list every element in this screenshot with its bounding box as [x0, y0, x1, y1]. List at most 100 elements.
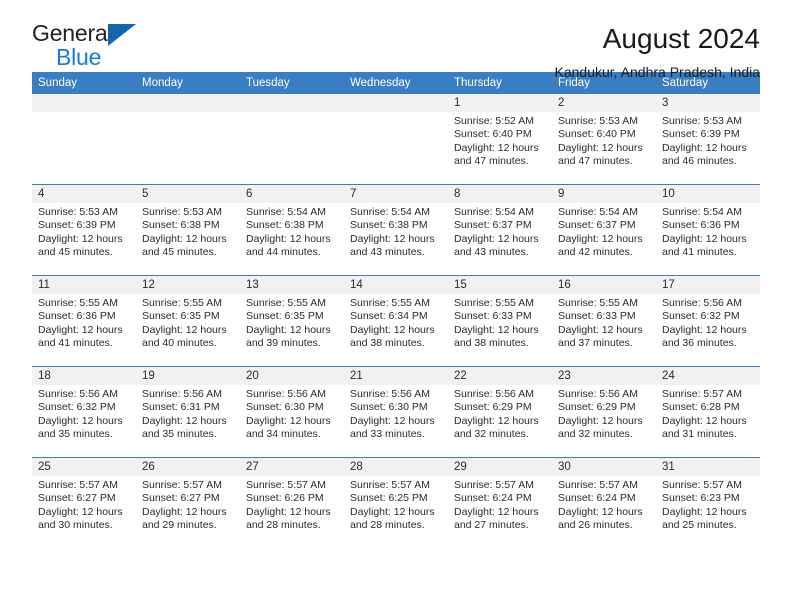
sunrise-text: Sunrise: 5:55 AM	[454, 297, 534, 309]
sunset-text: Sunset: 6:23 PM	[662, 492, 740, 505]
calendar-day-cell[interactable]: 29 Sunrise: 5:57 AM Sunset: 6:24 PM Dayligh…	[448, 457, 552, 548]
day-details: Sunrise: 5:55 AM Sunset: 6:33 PM Daylight:…	[448, 294, 552, 351]
calendar-day-cell[interactable]: 22 Sunrise: 5:56 AM Sunset: 6:29 PM Dayligh…	[448, 366, 552, 458]
sunrise-text: Sunrise: 5:56 AM	[142, 388, 222, 400]
daylight-text: Daylight: 12 hours and 38 minutes.	[350, 323, 435, 350]
calendar-day-cell[interactable]: 24 Sunrise: 5:57 AM Sunset: 6:28 PM Dayligh…	[656, 366, 760, 458]
sunset-text: Sunset: 6:33 PM	[558, 310, 636, 323]
day-number: 31	[656, 458, 760, 476]
calendar-day-cell[interactable]: 27 Sunrise: 5:57 AM Sunset: 6:26 PM Dayligh…	[240, 457, 344, 548]
calendar-day-cell[interactable]: 4 Sunrise: 5:53 AM Sunset: 6:39 PM Daylight…	[32, 184, 136, 276]
calendar-week-row: 4 Sunrise: 5:53 AM Sunset: 6:39 PM Daylight…	[32, 184, 760, 276]
calendar-day-cell[interactable]: 7 Sunrise: 5:54 AM Sunset: 6:38 PM Daylight…	[344, 184, 448, 276]
sunrise-text: Sunrise: 5:55 AM	[350, 297, 430, 309]
calendar-week-row: 1 Sunrise: 5:52 AM Sunset: 6:40 PM Daylight…	[32, 94, 760, 185]
day-number: 21	[344, 367, 448, 385]
day-details: Sunrise: 5:53 AM Sunset: 6:40 PM Daylight:…	[552, 112, 656, 169]
day-details: Sunrise: 5:54 AM Sunset: 6:36 PM Daylight:…	[656, 203, 760, 260]
day-details: Sunrise: 5:56 AM Sunset: 6:31 PM Daylight:…	[136, 385, 240, 442]
triangle-icon	[108, 24, 136, 46]
daylight-text: Daylight: 12 hours and 32 minutes.	[558, 414, 643, 441]
calendar-day-cell[interactable]: 18 Sunrise: 5:56 AM Sunset: 6:32 PM Dayligh…	[32, 366, 136, 458]
calendar-day-cell[interactable]: 16 Sunrise: 5:55 AM Sunset: 6:33 PM Dayligh…	[552, 275, 656, 367]
calendar-day-cell[interactable]: 19 Sunrise: 5:56 AM Sunset: 6:31 PM Dayligh…	[136, 366, 240, 458]
title-block: August 2024 Kandukur, Andhra Pradesh, In…	[555, 22, 760, 80]
sunrise-text: Sunrise: 5:57 AM	[38, 479, 118, 491]
sunrise-text: Sunrise: 5:53 AM	[558, 115, 638, 127]
daylight-text: Daylight: 12 hours and 46 minutes.	[662, 141, 747, 168]
day-number: 22	[448, 367, 552, 385]
day-details: Sunrise: 5:55 AM Sunset: 6:33 PM Daylight:…	[552, 294, 656, 351]
sunset-text: Sunset: 6:39 PM	[662, 128, 740, 141]
day-number: 25	[32, 458, 136, 476]
calendar-day-cell[interactable]: 10 Sunrise: 5:54 AM Sunset: 6:36 PM Dayligh…	[656, 184, 760, 276]
calendar-day-cell[interactable]: 14 Sunrise: 5:55 AM Sunset: 6:34 PM Dayligh…	[344, 275, 448, 367]
calendar-day-cell[interactable]: 2 Sunrise: 5:53 AM Sunset: 6:40 PM Daylight…	[552, 94, 656, 185]
weekday-header-monday: Monday	[136, 72, 240, 94]
sunrise-text: Sunrise: 5:55 AM	[142, 297, 222, 309]
day-details: Sunrise: 5:55 AM Sunset: 6:35 PM Daylight:…	[240, 294, 344, 351]
calendar-day-cell[interactable]: 17 Sunrise: 5:56 AM Sunset: 6:32 PM Dayligh…	[656, 275, 760, 367]
daylight-text: Daylight: 12 hours and 37 minutes.	[558, 323, 643, 350]
calendar-day-cell[interactable]: 5 Sunrise: 5:53 AM Sunset: 6:38 PM Daylight…	[136, 184, 240, 276]
sunset-text: Sunset: 6:25 PM	[350, 492, 428, 505]
sunset-text: Sunset: 6:24 PM	[454, 492, 532, 505]
calendar-week-row: 18 Sunrise: 5:56 AM Sunset: 6:32 PM Dayligh…	[32, 366, 760, 458]
logo-text-general: General	[32, 20, 113, 46]
sunset-text: Sunset: 6:30 PM	[246, 401, 324, 414]
calendar-day-cell[interactable]: 15 Sunrise: 5:55 AM Sunset: 6:33 PM Dayligh…	[448, 275, 552, 367]
calendar-day-cell[interactable]: 25 Sunrise: 5:57 AM Sunset: 6:27 PM Dayligh…	[32, 457, 136, 548]
general-blue-logo[interactable]: General Blue	[32, 22, 162, 72]
day-number: 2	[552, 94, 656, 112]
daylight-text: Daylight: 12 hours and 26 minutes.	[558, 505, 643, 532]
calendar-cell-empty	[344, 94, 448, 185]
daylight-text: Daylight: 12 hours and 43 minutes.	[454, 232, 539, 259]
day-number: 5	[136, 185, 240, 203]
sunrise-text: Sunrise: 5:55 AM	[558, 297, 638, 309]
calendar-day-cell[interactable]: 6 Sunrise: 5:54 AM Sunset: 6:38 PM Daylight…	[240, 184, 344, 276]
sunset-text: Sunset: 6:31 PM	[142, 401, 220, 414]
calendar-day-cell[interactable]: 30 Sunrise: 5:57 AM Sunset: 6:24 PM Dayligh…	[552, 457, 656, 548]
daylight-text: Daylight: 12 hours and 36 minutes.	[662, 323, 747, 350]
day-number: 19	[136, 367, 240, 385]
daylight-text: Daylight: 12 hours and 28 minutes.	[246, 505, 331, 532]
calendar-day-cell[interactable]: 31 Sunrise: 5:57 AM Sunset: 6:23 PM Dayligh…	[656, 457, 760, 548]
sunrise-text: Sunrise: 5:57 AM	[246, 479, 326, 491]
weekday-header-thursday: Thursday	[448, 72, 552, 94]
calendar-day-cell[interactable]: 26 Sunrise: 5:57 AM Sunset: 6:27 PM Dayligh…	[136, 457, 240, 548]
sunset-text: Sunset: 6:29 PM	[454, 401, 532, 414]
day-details: Sunrise: 5:55 AM Sunset: 6:34 PM Daylight:…	[344, 294, 448, 351]
calendar-day-cell[interactable]: 12 Sunrise: 5:55 AM Sunset: 6:35 PM Dayligh…	[136, 275, 240, 367]
calendar-day-cell[interactable]: 8 Sunrise: 5:54 AM Sunset: 6:37 PM Daylight…	[448, 184, 552, 276]
sunset-text: Sunset: 6:40 PM	[454, 128, 532, 141]
day-details: Sunrise: 5:54 AM Sunset: 6:37 PM Daylight:…	[552, 203, 656, 260]
day-details: Sunrise: 5:56 AM Sunset: 6:29 PM Daylight:…	[552, 385, 656, 442]
day-details: Sunrise: 5:57 AM Sunset: 6:25 PM Daylight:…	[344, 476, 448, 533]
calendar-day-cell[interactable]: 13 Sunrise: 5:55 AM Sunset: 6:35 PM Dayligh…	[240, 275, 344, 367]
daylight-text: Daylight: 12 hours and 33 minutes.	[350, 414, 435, 441]
day-number: 20	[240, 367, 344, 385]
calendar-day-cell[interactable]: 21 Sunrise: 5:56 AM Sunset: 6:30 PM Dayligh…	[344, 366, 448, 458]
calendar-day-cell[interactable]: 3 Sunrise: 5:53 AM Sunset: 6:39 PM Daylight…	[656, 94, 760, 185]
sunrise-text: Sunrise: 5:57 AM	[662, 388, 742, 400]
calendar-day-cell[interactable]: 11 Sunrise: 5:55 AM Sunset: 6:36 PM Dayligh…	[32, 275, 136, 367]
calendar-day-cell[interactable]: 23 Sunrise: 5:56 AM Sunset: 6:29 PM Dayligh…	[552, 366, 656, 458]
calendar-day-cell[interactable]: 28 Sunrise: 5:57 AM Sunset: 6:25 PM Dayligh…	[344, 457, 448, 548]
day-details: Sunrise: 5:57 AM Sunset: 6:23 PM Daylight:…	[656, 476, 760, 533]
sunrise-text: Sunrise: 5:54 AM	[246, 206, 326, 218]
sunrise-text: Sunrise: 5:53 AM	[38, 206, 118, 218]
day-details: Sunrise: 5:52 AM Sunset: 6:40 PM Daylight:…	[448, 112, 552, 169]
day-number	[136, 94, 240, 112]
calendar-cell-empty	[240, 94, 344, 185]
daylight-text: Daylight: 12 hours and 25 minutes.	[662, 505, 747, 532]
sunrise-text: Sunrise: 5:56 AM	[454, 388, 534, 400]
calendar-day-cell[interactable]: 20 Sunrise: 5:56 AM Sunset: 6:30 PM Dayligh…	[240, 366, 344, 458]
day-number: 8	[448, 185, 552, 203]
calendar-day-cell[interactable]: 1 Sunrise: 5:52 AM Sunset: 6:40 PM Daylight…	[448, 94, 552, 185]
calendar-day-cell[interactable]: 9 Sunrise: 5:54 AM Sunset: 6:37 PM Daylight…	[552, 184, 656, 276]
day-number: 7	[344, 185, 448, 203]
sunrise-text: Sunrise: 5:54 AM	[454, 206, 534, 218]
day-number: 16	[552, 276, 656, 294]
day-details: Sunrise: 5:54 AM Sunset: 6:38 PM Daylight:…	[240, 203, 344, 260]
day-details: Sunrise: 5:53 AM Sunset: 6:38 PM Daylight:…	[136, 203, 240, 260]
